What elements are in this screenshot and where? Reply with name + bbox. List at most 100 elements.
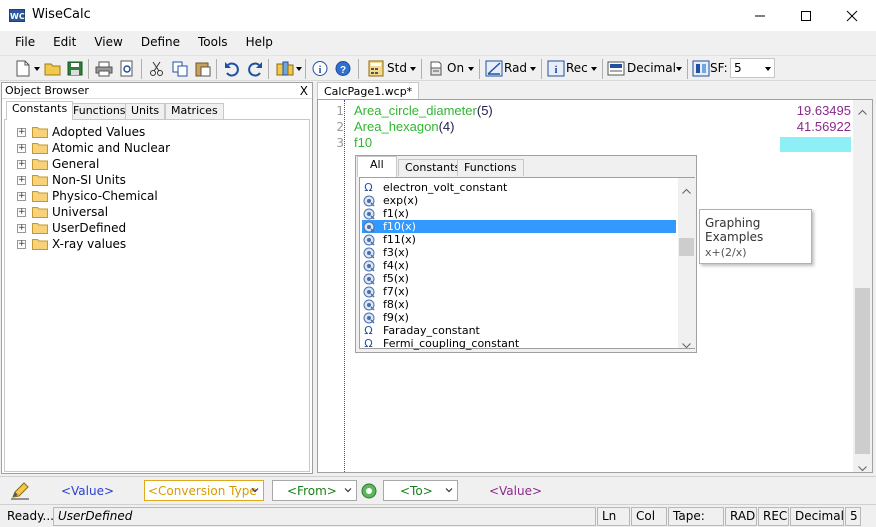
tape-mode-label[interactable]: On — [447, 61, 464, 75]
convert-button[interactable] — [361, 483, 377, 502]
std-calc-icon[interactable] — [367, 60, 385, 77]
expand-icon[interactable]: + — [17, 223, 26, 233]
tree-item[interactable]: + Atomic and Nuclear — [17, 140, 170, 156]
undo-icon[interactable] — [223, 60, 241, 77]
ac-tab-functions[interactable]: Functions — [457, 159, 524, 176]
ac-scroll-down-icon[interactable] — [682, 338, 691, 352]
cut-icon[interactable] — [148, 60, 166, 77]
std-dropdown-arrow[interactable] — [410, 67, 416, 71]
close-button[interactable] — [829, 0, 875, 31]
menu-view[interactable]: View — [85, 31, 131, 55]
number-format-label[interactable]: Decimal — [627, 61, 676, 75]
autocomplete-item[interactable]: Ωelectron_volt_constant — [362, 181, 676, 194]
new-dropdown-arrow[interactable] — [34, 67, 40, 71]
tree-item[interactable]: + UserDefined — [17, 220, 126, 236]
code-line[interactable]: f10 — [354, 135, 372, 150]
function-icon — [362, 299, 375, 311]
tab-units[interactable]: Units — [125, 103, 166, 119]
sf-dropdown-arrow[interactable] — [765, 67, 771, 71]
code-line[interactable]: Area_circle_diameter(5) — [354, 103, 493, 118]
ac-scroll-up-icon[interactable] — [682, 183, 691, 197]
std-mode-label[interactable]: Std — [387, 61, 407, 75]
autocomplete-item[interactable]: Ω Faraday_constant — [362, 324, 676, 337]
angle-mode-label[interactable]: Rad — [504, 61, 527, 75]
autocomplete-item[interactable]: f8(x) — [362, 298, 676, 311]
tape-icon[interactable] — [427, 60, 445, 77]
menu-help[interactable]: Help — [237, 31, 282, 55]
open-folder-icon[interactable] — [44, 60, 62, 77]
autocomplete-item[interactable]: f10(x) — [362, 220, 676, 233]
expand-icon[interactable]: + — [17, 159, 26, 169]
info-icon[interactable]: i — [311, 60, 329, 77]
autocomplete-item[interactable]: f4(x) — [362, 259, 676, 272]
autocomplete-list[interactable]: Ωelectron_volt_constant exp(x) f1(x) f10(x)… — [359, 177, 695, 350]
expand-icon[interactable]: + — [17, 143, 26, 153]
ac-scroll-thumb[interactable] — [679, 238, 694, 256]
expand-icon[interactable]: + — [17, 239, 26, 249]
menu-tools[interactable]: Tools — [189, 31, 237, 55]
toolbar-separator — [358, 59, 359, 79]
autocomplete-item[interactable]: f5(x) — [362, 272, 676, 285]
print-icon[interactable] — [95, 60, 113, 77]
print-preview-icon[interactable] — [118, 60, 136, 77]
tab-matrices[interactable]: Matrices — [165, 103, 224, 119]
minimize-button[interactable] — [737, 0, 783, 31]
expand-icon[interactable]: + — [17, 191, 26, 201]
tree-item[interactable]: + X-ray values — [17, 236, 126, 252]
paste-icon[interactable] — [194, 60, 212, 77]
menu-file[interactable]: File — [6, 31, 44, 55]
coordinate-icon[interactable]: i — [547, 60, 565, 77]
object-browser-close-button[interactable]: X — [300, 83, 308, 99]
autocomplete-item[interactable]: f11(x) — [362, 233, 676, 246]
maximize-button[interactable] — [783, 0, 829, 31]
tab-constants[interactable]: Constants — [6, 101, 74, 120]
redo-icon[interactable] — [246, 60, 264, 77]
help-icon[interactable]: ? — [334, 60, 352, 77]
autocomplete-item[interactable]: f3(x) — [362, 246, 676, 259]
autocomplete-item[interactable]: f7(x) — [362, 285, 676, 298]
tree-item[interactable]: + Physico-Chemical — [17, 188, 158, 204]
coordinate-dropdown-arrow[interactable] — [591, 67, 597, 71]
tab-calcpage1[interactable]: CalcPage1.wcp* — [317, 82, 420, 100]
menu-define[interactable]: Define — [132, 31, 189, 55]
sf-select[interactable]: 5 — [730, 58, 775, 78]
angle-dropdown-arrow[interactable] — [530, 67, 536, 71]
expand-icon[interactable]: + — [17, 175, 26, 185]
expand-icon[interactable]: + — [17, 207, 26, 217]
scroll-down-icon[interactable] — [858, 461, 867, 475]
conversion-value-right[interactable]: <Value> — [463, 480, 568, 501]
number-format-icon[interactable] — [607, 60, 625, 77]
autocomplete-item[interactable]: exp(x) — [362, 194, 676, 207]
tree-item[interactable]: + Non-SI Units — [17, 172, 126, 188]
menu-edit[interactable]: Edit — [44, 31, 85, 55]
coordinate-mode-label[interactable]: Rec — [566, 61, 588, 75]
editor-vertical-scrollbar[interactable] — [853, 100, 872, 472]
tree-item[interactable]: + Universal — [17, 204, 108, 220]
new-file-icon[interactable] — [14, 60, 32, 77]
define-icon[interactable] — [276, 60, 294, 77]
tab-functions[interactable]: Functions — [67, 103, 132, 119]
scroll-up-icon[interactable] — [858, 104, 867, 118]
save-icon[interactable] — [66, 60, 84, 77]
from-unit-select[interactable]: <From> — [272, 480, 357, 501]
number-format-dropdown-arrow[interactable] — [676, 67, 682, 71]
tree-item[interactable]: + Adopted Values — [17, 124, 145, 140]
autocomplete-scrollbar[interactable] — [678, 178, 695, 349]
expand-icon[interactable]: + — [17, 127, 26, 137]
define-dropdown-arrow[interactable] — [296, 67, 302, 71]
angle-icon[interactable] — [485, 60, 503, 77]
autocomplete-item[interactable]: f9(x) — [362, 311, 676, 324]
copy-icon[interactable] — [171, 60, 189, 77]
folder-icon — [32, 239, 48, 250]
autocomplete-item[interactable]: Ω Fermi_coupling_constant — [362, 337, 676, 350]
ac-tab-all[interactable]: All — [357, 156, 397, 177]
conversion-type-select[interactable]: <Conversion Type — [144, 480, 264, 501]
to-unit-select[interactable]: <To> — [383, 480, 458, 501]
autocomplete-item[interactable]: f1(x) — [362, 207, 676, 220]
pencil-icon[interactable] — [10, 482, 30, 503]
code-line[interactable]: Area_hexagon(4) — [354, 119, 455, 134]
conversion-value-left[interactable]: <Value> — [35, 480, 140, 501]
tree-item[interactable]: + General — [17, 156, 99, 172]
tape-dropdown-arrow[interactable] — [468, 67, 474, 71]
editor-scroll-thumb[interactable] — [855, 288, 870, 454]
